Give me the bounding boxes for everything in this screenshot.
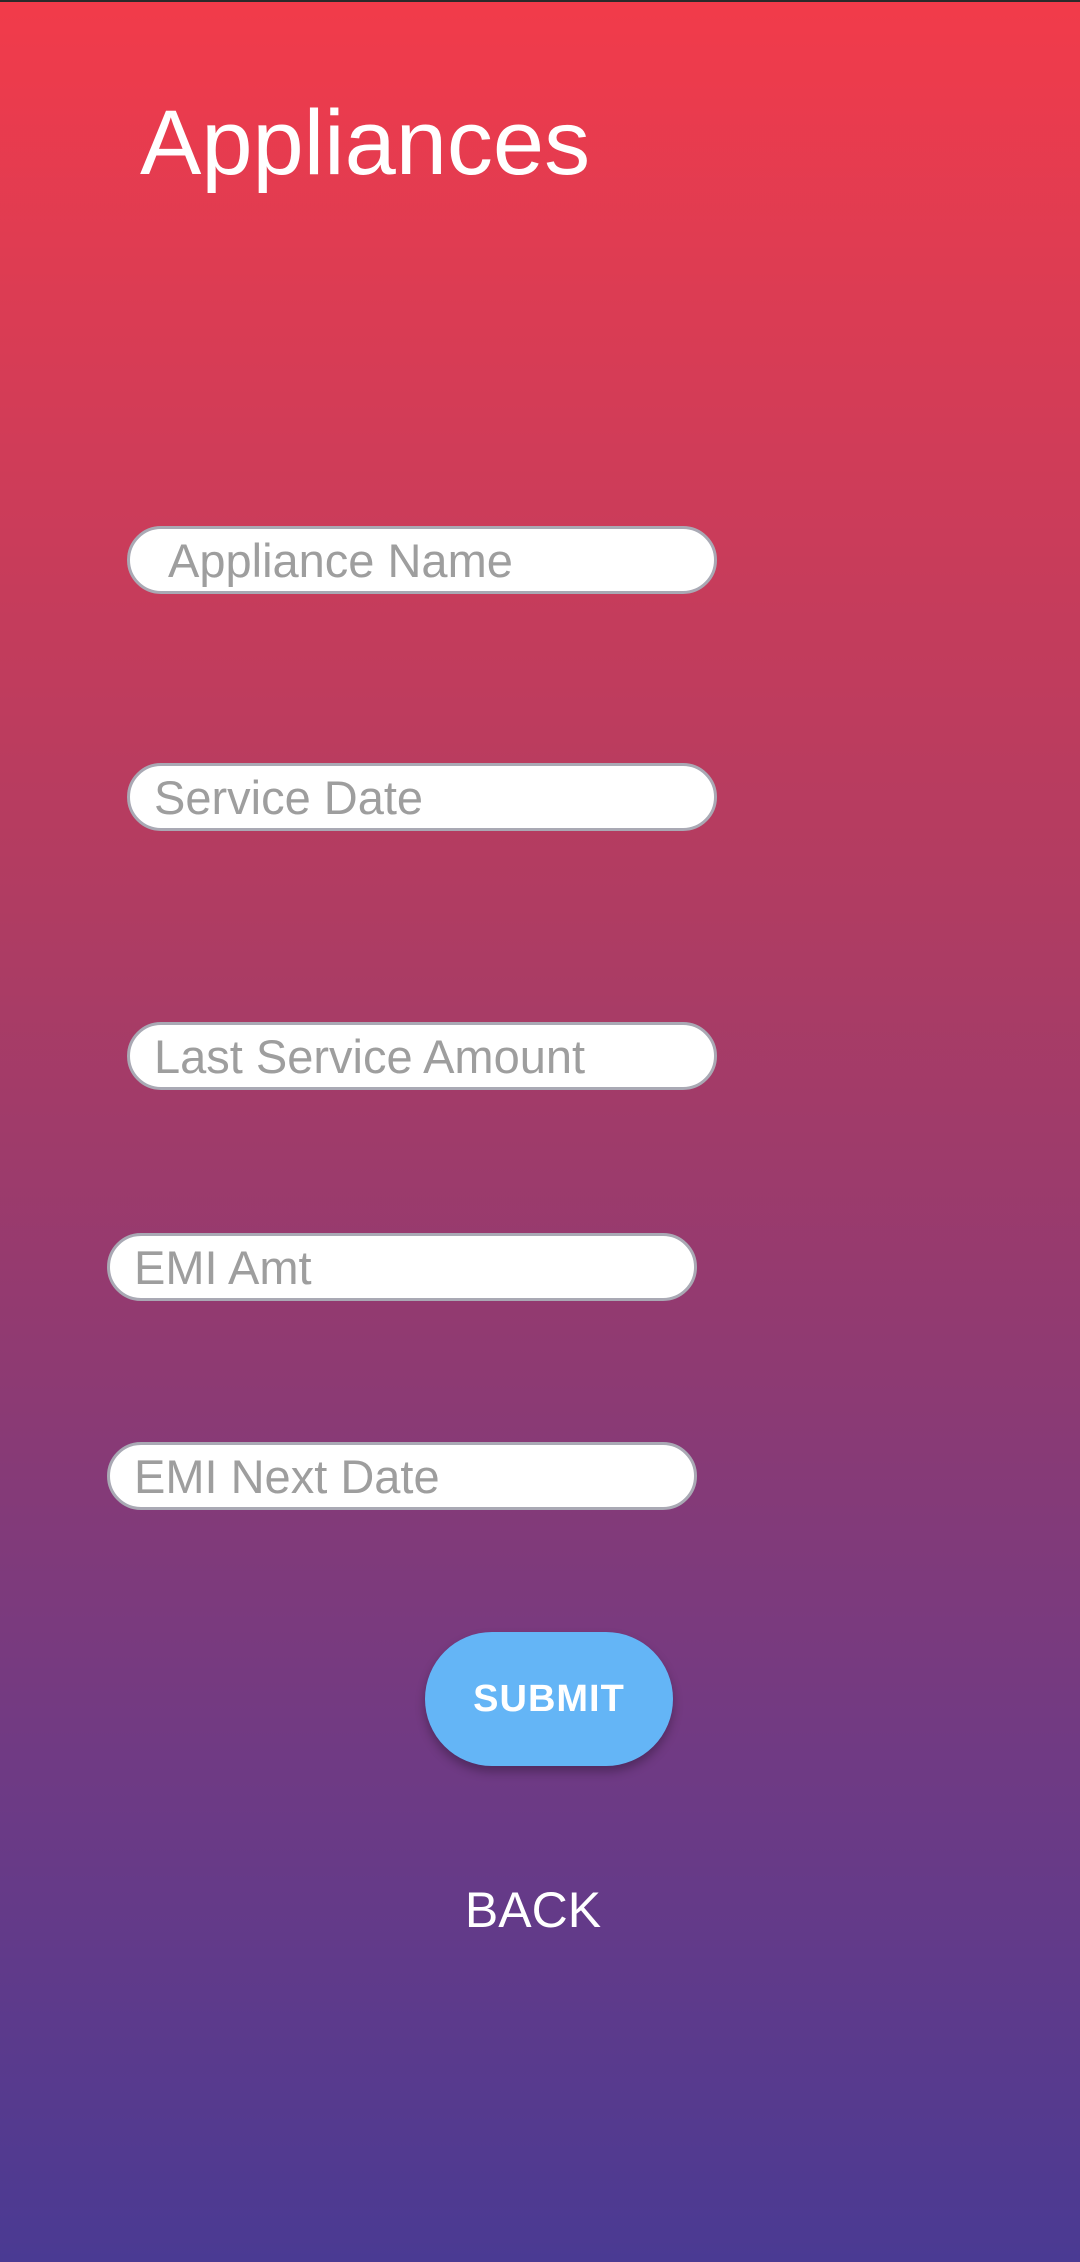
status-bar-divider [0, 0, 1080, 2]
emi-next-date-input[interactable] [107, 1442, 697, 1510]
emi-amount-input[interactable] [107, 1233, 697, 1301]
page-title: Appliances [140, 92, 591, 194]
service-date-input[interactable] [127, 763, 717, 831]
submit-button[interactable]: SUBMIT [425, 1632, 673, 1766]
last-service-amount-input[interactable] [127, 1022, 717, 1090]
back-button[interactable]: BACK [380, 1870, 686, 1950]
appliance-name-input[interactable] [127, 526, 717, 594]
